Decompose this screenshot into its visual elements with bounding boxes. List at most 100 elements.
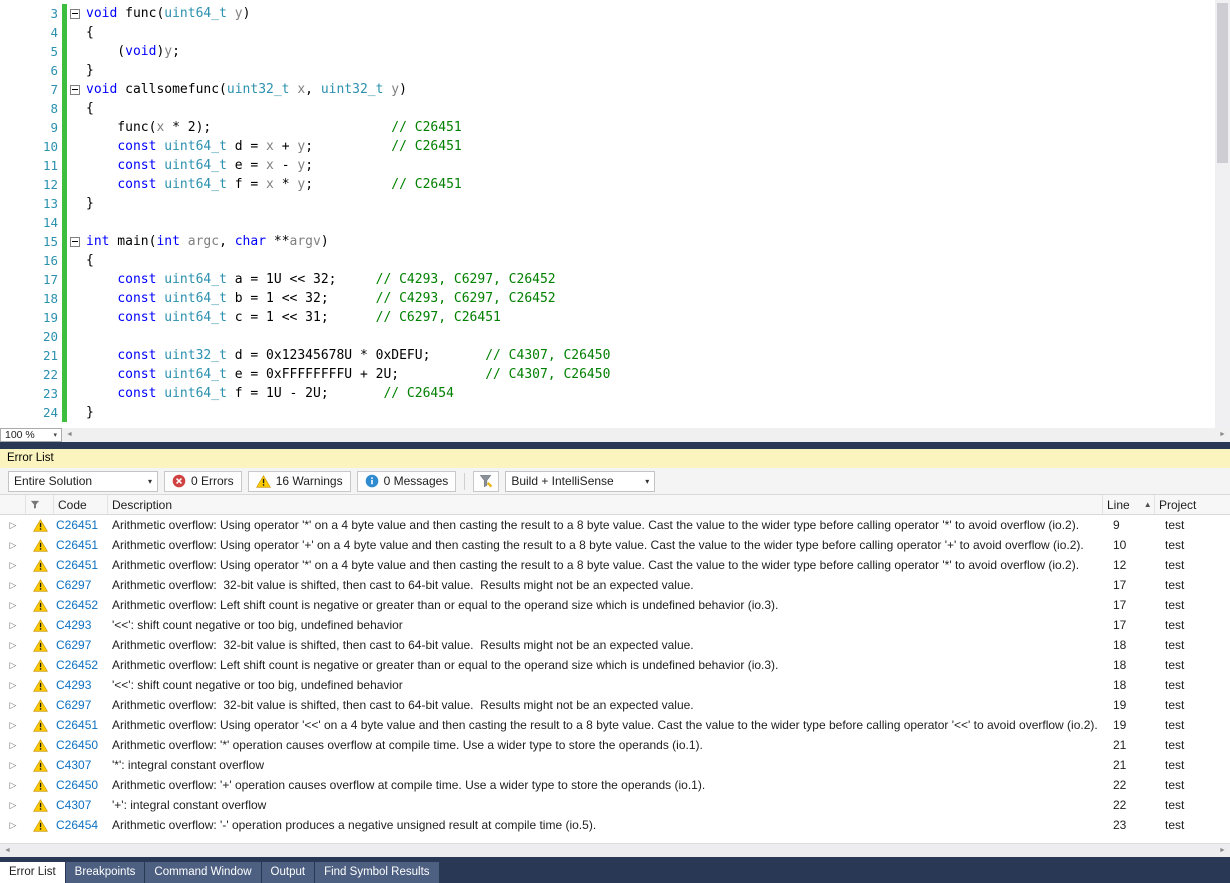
scroll-left-icon[interactable]: ◄	[62, 428, 77, 442]
code-line[interactable]: 9 func(x * 2); // C26451	[0, 118, 1214, 137]
code-line[interactable]: 8{	[0, 99, 1214, 118]
scroll-right-icon[interactable]: ►	[1215, 844, 1230, 857]
code-line[interactable]: 18 const uint64_t b = 1 << 32; // C4293,…	[0, 289, 1214, 308]
warning-description[interactable]: Arithmetic overflow: 32-bit value is shi…	[108, 698, 1103, 712]
error-list-row[interactable]: ▷ C6297 Arithmetic overflow: 32-bit value …	[0, 695, 1230, 715]
error-list-row[interactable]: ▷ C26450 Arithmetic overflow: '*' operatio…	[0, 735, 1230, 755]
code-line[interactable]: 11 const uint64_t e = x - y;	[0, 156, 1214, 175]
error-list-row[interactable]: ▷ C4307 '*': integral constant overflow 21 t…	[0, 755, 1230, 775]
code-line[interactable]: 24}	[0, 403, 1214, 422]
warning-code-link[interactable]: C4307	[54, 758, 108, 772]
collapse-region-icon[interactable]	[70, 236, 80, 247]
warning-code-link[interactable]: C26451	[54, 538, 108, 552]
row-expander-icon[interactable]: ▷	[0, 680, 26, 691]
error-list-row[interactable]: ▷ C26452 Arithmetic overflow: Left shift c…	[0, 655, 1230, 675]
warnings-filter-button[interactable]: 16 Warnings	[247, 470, 351, 492]
warning-description[interactable]: Arithmetic overflow: Left shift count is…	[108, 598, 1103, 612]
scroll-left-icon[interactable]: ◄	[0, 844, 15, 857]
row-expander-icon[interactable]: ▷	[0, 560, 26, 571]
warning-code-link[interactable]: C26454	[54, 818, 108, 832]
warning-code-link[interactable]: C4307	[54, 798, 108, 812]
warning-code-link[interactable]: C26451	[54, 718, 108, 732]
warning-description[interactable]: '<<': shift count negative or too big, u…	[108, 678, 1103, 692]
row-expander-icon[interactable]: ▷	[0, 700, 26, 711]
errors-filter-button[interactable]: 0 Errors	[164, 470, 242, 492]
warning-code-link[interactable]: C26452	[54, 598, 108, 612]
warning-code-link[interactable]: C26450	[54, 778, 108, 792]
error-list-row[interactable]: ▷ C26450 Arithmetic overflow: '+' operatio…	[0, 775, 1230, 795]
code-line[interactable]: 12 const uint64_t f = x * y; // C26451	[0, 175, 1214, 194]
code-line[interactable]: 21 const uint32_t d = 0x12345678U * 0xDE…	[0, 346, 1214, 365]
tab-find-symbol-results[interactable]: Find Symbol Results	[315, 862, 439, 883]
code-line[interactable]: 3 void func(uint64_t y)	[0, 4, 1214, 23]
row-expander-icon[interactable]: ▷	[0, 620, 26, 631]
warning-description[interactable]: Arithmetic overflow: 32-bit value is shi…	[108, 638, 1103, 652]
error-list-panel-title[interactable]: Error List	[0, 449, 1230, 468]
warning-code-link[interactable]: C4293	[54, 618, 108, 632]
code-line[interactable]: 16 {	[0, 251, 1214, 270]
row-expander-icon[interactable]: ▷	[0, 800, 26, 811]
code-line[interactable]: 14	[0, 213, 1214, 232]
warning-code-link[interactable]: C6297	[54, 698, 108, 712]
warning-description[interactable]: Arithmetic overflow: Left shift count is…	[108, 658, 1103, 672]
code-line[interactable]: 22 const uint64_t e = 0xFFFFFFFFU + 2U; …	[0, 365, 1214, 384]
scrollbar-thumb[interactable]	[1217, 3, 1228, 163]
zoom-level-dropdown[interactable]: 100 % ▾	[0, 428, 62, 442]
tab-command-window[interactable]: Command Window	[145, 862, 261, 883]
row-expander-icon[interactable]: ▷	[0, 520, 26, 531]
code-line[interactable]: 10 const uint64_t d = x + y; // C26451	[0, 137, 1214, 156]
collapse-region-icon[interactable]	[70, 8, 80, 19]
warning-description[interactable]: Arithmetic overflow: Using operator '*' …	[108, 558, 1103, 572]
error-list-row[interactable]: ▷ C26454 Arithmetic overflow: '-' operatio…	[0, 815, 1230, 835]
code-line[interactable]: 20	[0, 327, 1214, 346]
warning-code-link[interactable]: C26451	[54, 558, 108, 572]
editor-vertical-scrollbar[interactable]	[1215, 0, 1230, 428]
window-splitter[interactable]	[0, 442, 1230, 449]
error-list-row[interactable]: ▷ C26451 Arithmetic overflow: Using operat…	[0, 515, 1230, 535]
row-expander-icon[interactable]: ▷	[0, 580, 26, 591]
row-expander-icon[interactable]: ▷	[0, 820, 26, 831]
warning-description[interactable]: Arithmetic overflow: '*' operation cause…	[108, 738, 1103, 752]
error-list-row[interactable]: ▷ C26452 Arithmetic overflow: Left shift c…	[0, 595, 1230, 615]
error-list-row[interactable]: ▷ C26451 Arithmetic overflow: Using operat…	[0, 715, 1230, 735]
code-line[interactable]: 6}	[0, 61, 1214, 80]
code-column-header[interactable]: Code	[54, 495, 108, 514]
warning-description[interactable]: Arithmetic overflow: 32-bit value is shi…	[108, 578, 1103, 592]
filter-settings-button[interactable]	[473, 470, 500, 492]
row-expander-icon[interactable]: ▷	[0, 600, 26, 611]
error-list-row[interactable]: ▷ C4293 '<<': shift count negative or too …	[0, 675, 1230, 695]
line-column-header[interactable]: Line ▲	[1103, 495, 1155, 514]
warning-description[interactable]: Arithmetic overflow: Using operator '*' …	[108, 518, 1103, 532]
code-line[interactable]: 4{	[0, 23, 1214, 42]
row-expander-icon[interactable]: ▷	[0, 760, 26, 771]
row-expander-icon[interactable]: ▷	[0, 740, 26, 751]
warning-code-link[interactable]: C4293	[54, 678, 108, 692]
warning-description[interactable]: Arithmetic overflow: '-' operation produ…	[108, 818, 1103, 832]
collapse-region-icon[interactable]	[70, 84, 80, 95]
warning-description[interactable]: Arithmetic overflow: Using operator '<<'…	[108, 718, 1103, 732]
warning-description[interactable]: '<<': shift count negative or too big, u…	[108, 618, 1103, 632]
source-dropdown[interactable]: Build + IntelliSense ▾	[505, 470, 656, 492]
warning-description[interactable]: Arithmetic overflow: Using operator '+' …	[108, 538, 1103, 552]
error-list-horizontal-scrollbar[interactable]: ◄ ►	[0, 843, 1230, 857]
error-list-row[interactable]: ▷ C26451 Arithmetic overflow: Using operat…	[0, 535, 1230, 555]
row-expander-icon[interactable]: ▷	[0, 540, 26, 551]
code-line[interactable]: 23 const uint64_t f = 1U - 2U; // C26454	[0, 384, 1214, 403]
row-expander-icon[interactable]: ▷	[0, 640, 26, 651]
error-list-row[interactable]: ▷ C4307 '+': integral constant overflow 22 t…	[0, 795, 1230, 815]
row-expander-icon[interactable]: ▷	[0, 720, 26, 731]
code-line[interactable]: 17 const uint64_t a = 1U << 32; // C4293…	[0, 270, 1214, 289]
error-list-row[interactable]: ▷ C6297 Arithmetic overflow: 32-bit value …	[0, 635, 1230, 655]
scroll-right-icon[interactable]: ►	[1215, 428, 1230, 442]
description-column-header[interactable]: Description	[108, 495, 1103, 514]
code-line[interactable]: 19 const uint64_t c = 1 << 31; // C6297,…	[0, 308, 1214, 327]
code-line[interactable]: 13}	[0, 194, 1214, 213]
code-line[interactable]: 7 void callsomefunc(uint32_t x, uint32_t …	[0, 80, 1214, 99]
project-column-header[interactable]: Project	[1155, 495, 1230, 514]
warning-code-link[interactable]: C26452	[54, 658, 108, 672]
row-expander-icon[interactable]: ▷	[0, 780, 26, 791]
error-list-row[interactable]: ▷ C26451 Arithmetic overflow: Using operat…	[0, 555, 1230, 575]
warning-description[interactable]: '*': integral constant overflow	[108, 758, 1103, 772]
warning-description[interactable]: Arithmetic overflow: '+' operation cause…	[108, 778, 1103, 792]
tab-output[interactable]: Output	[261, 862, 315, 883]
